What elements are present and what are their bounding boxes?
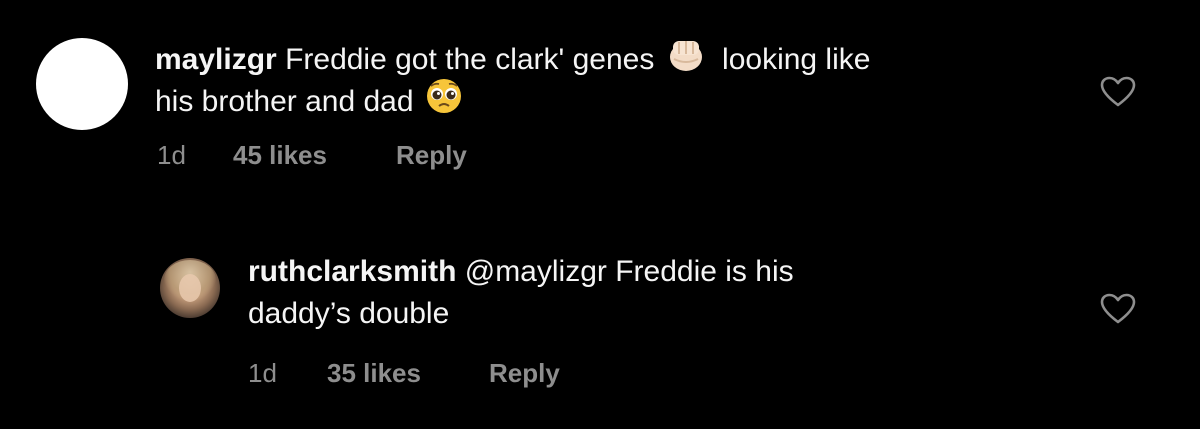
- comment-body-line2: his brother and dad: [155, 85, 414, 118]
- likes-count[interactable]: 35 likes: [327, 358, 421, 388]
- comment-body: Freddie got the clark' genes: [285, 43, 655, 76]
- heart-icon[interactable]: [1100, 293, 1136, 325]
- reply-text-line-1: ruthclarksmith @maylizgr Freddie is his: [248, 252, 794, 292]
- comment-body: @maylizgr Freddie is his: [464, 255, 794, 288]
- avatar[interactable]: [160, 258, 220, 318]
- comment-body-cont: looking like: [722, 43, 871, 76]
- comment-meta: 1d 45 likes Reply: [157, 140, 557, 170]
- heart-icon[interactable]: [1100, 76, 1136, 108]
- comment-time: 1d: [157, 140, 186, 170]
- comment-text-line-2: his brother and dad: [155, 77, 463, 126]
- pleading-face-icon: [425, 77, 463, 126]
- comment-time: 1d: [248, 358, 277, 388]
- fist-emoji-icon: [666, 35, 706, 84]
- username[interactable]: ruthclarksmith: [248, 255, 456, 288]
- username[interactable]: maylizgr: [155, 43, 277, 76]
- reply-button[interactable]: Reply: [489, 358, 560, 388]
- comment-body-line2: daddy’s double: [248, 297, 450, 330]
- reply-button[interactable]: Reply: [396, 140, 467, 170]
- reply-text-line-2: daddy’s double: [248, 294, 449, 334]
- avatar[interactable]: [36, 38, 128, 130]
- likes-count[interactable]: 45 likes: [233, 140, 327, 170]
- comment-meta: 1d 35 likes Reply: [248, 358, 648, 388]
